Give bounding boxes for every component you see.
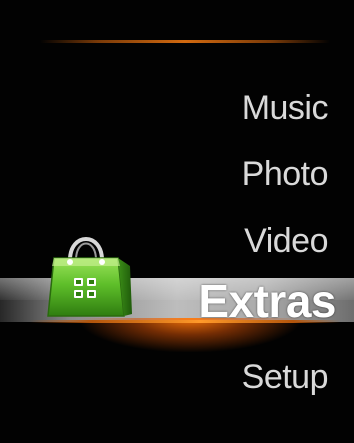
shopping-bag-icon — [44, 222, 136, 322]
menu-screen: Music Photo Video Extras Setup — [0, 0, 354, 443]
menu-item-video[interactable]: Video — [244, 224, 328, 258]
menu-item-extras[interactable]: Extras — [198, 278, 336, 324]
menu-item-photo[interactable]: Photo — [242, 157, 329, 191]
menu-item-setup[interactable]: Setup — [242, 360, 329, 394]
top-divider — [40, 40, 330, 43]
menu-item-music[interactable]: Music — [242, 91, 329, 125]
